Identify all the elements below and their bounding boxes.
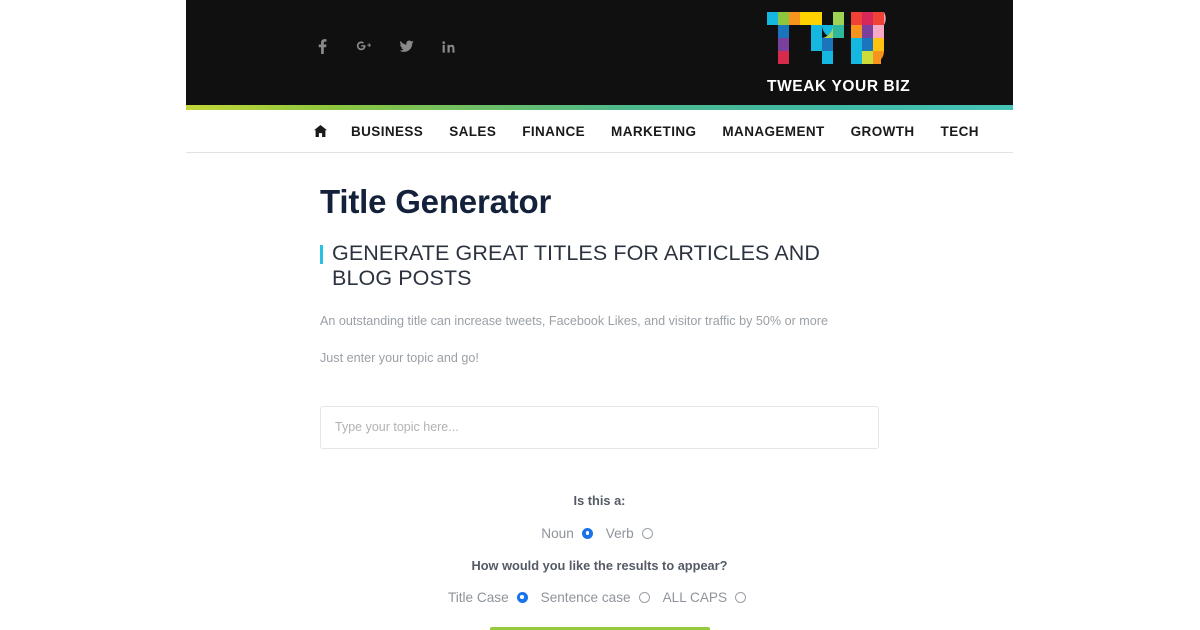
site-topbar: TWEAK YOUR BIZ: [186, 0, 1013, 105]
page-root: TWEAK YOUR BIZ BUSINESS SALES FINANCE MA…: [0, 0, 1200, 630]
word-type-radio-group: Noun Verb: [320, 526, 879, 541]
page-title: Title Generator: [320, 183, 552, 220]
page-subtitle: GENERATE GREAT TITLES FOR ARTICLES AND B…: [332, 241, 821, 290]
radio-label-verb[interactable]: Verb: [606, 526, 634, 541]
result-case-question: How would you like the results to appear…: [471, 557, 728, 573]
radio-label-sentence-case[interactable]: Sentence case: [541, 590, 631, 605]
subtitle-block: GENERATE GREAT TITLES FOR ARTICLES AND B…: [320, 241, 879, 291]
site-container: TWEAK YOUR BIZ BUSINESS SALES FINANCE MA…: [186, 0, 1013, 630]
radio-label-title-case[interactable]: Title Case: [448, 590, 509, 605]
radio-verb[interactable]: [641, 527, 653, 539]
subtitle-accent-bar: [320, 245, 323, 264]
linkedin-icon[interactable]: [440, 38, 456, 54]
site-logo[interactable]: TWEAK YOUR BIZ: [767, 10, 911, 96]
nav-item-management[interactable]: MANAGEMENT: [722, 124, 824, 139]
main-navigation: BUSINESS SALES FINANCE MARKETING MANAGEM…: [186, 110, 1013, 153]
radio-label-all-caps[interactable]: ALL CAPS: [663, 590, 727, 605]
social-links: [314, 38, 456, 54]
logo-wordmark: TWEAK YOUR BIZ: [767, 78, 911, 95]
nav-item-sales[interactable]: SALES: [449, 124, 496, 139]
nav-item-growth[interactable]: GROWTH: [851, 124, 915, 139]
word-type-question: Is this a:: [573, 492, 626, 508]
nav-item-tech[interactable]: TECH: [941, 124, 979, 139]
lede-text-primary: An outstanding title can increase tweets…: [320, 314, 828, 328]
generator-options: Is this a: Noun Verb How would you like …: [320, 493, 879, 630]
facebook-icon[interactable]: [314, 38, 330, 54]
nav-item-marketing[interactable]: MARKETING: [611, 124, 696, 139]
submit-button[interactable]: SUBMIT!: [489, 626, 710, 630]
twitter-icon[interactable]: [398, 38, 414, 54]
google-plus-icon[interactable]: [356, 38, 372, 54]
result-case-radio-group: Title Case Sentence case ALL CAPS: [320, 590, 879, 605]
nav-item-business[interactable]: BUSINESS: [351, 124, 423, 139]
lede-text-secondary: Just enter your topic and go!: [320, 351, 479, 365]
topic-input[interactable]: [320, 405, 879, 449]
radio-title-case[interactable]: [516, 591, 528, 603]
radio-all-caps[interactable]: [735, 591, 747, 603]
home-icon[interactable]: [314, 125, 327, 137]
radio-sentence-case[interactable]: [638, 591, 650, 603]
radio-noun[interactable]: [581, 527, 593, 539]
nav-item-finance[interactable]: FINANCE: [522, 124, 585, 139]
main-content: Title Generator GENERATE GREAT TITLES FO…: [186, 183, 1013, 630]
tyb-logo-mark: [767, 12, 886, 64]
radio-label-noun[interactable]: Noun: [541, 526, 574, 541]
